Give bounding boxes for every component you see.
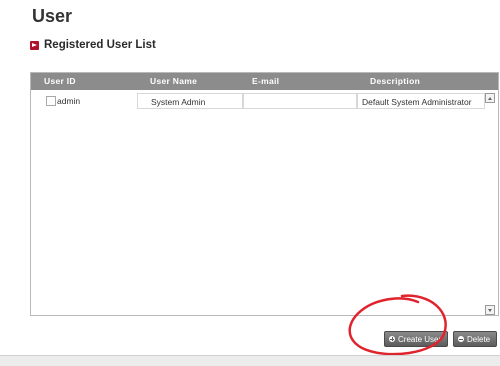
create-user-label: Create User	[398, 334, 442, 344]
delete-button[interactable]: Delete	[453, 331, 497, 347]
col-header-description[interactable]: Description	[370, 73, 420, 90]
plus-icon	[389, 336, 395, 342]
cell-user-id: admin	[57, 96, 81, 106]
cell-description: Default System Administrator	[357, 93, 485, 109]
create-user-button[interactable]: Create User	[384, 331, 448, 347]
delete-label: Delete	[467, 334, 491, 344]
page-title: User	[32, 6, 73, 26]
scroll-down-icon[interactable]	[485, 305, 495, 315]
scroll-up-icon[interactable]	[485, 93, 495, 103]
user-table: User ID User Name E-mail Description adm…	[30, 72, 499, 316]
cell-user-name: System Admin	[137, 93, 243, 109]
section-title: Registered User List	[44, 39, 156, 51]
vertical-scrollbar[interactable]	[485, 93, 496, 315]
table-row[interactable]: admin System Admin Default System Admini…	[31, 93, 485, 109]
minus-icon	[458, 336, 464, 342]
row-checkbox[interactable]	[46, 96, 56, 106]
table-header: User ID User Name E-mail Description	[31, 73, 498, 90]
col-header-user-name[interactable]: User Name	[150, 73, 197, 90]
cell-email	[243, 93, 357, 109]
bottom-status-bar	[0, 355, 500, 366]
section-header: Registered User List	[30, 39, 156, 51]
col-header-email[interactable]: E-mail	[252, 73, 279, 90]
col-header-user-id[interactable]: User ID	[44, 73, 76, 90]
bullet-arrow-icon	[30, 40, 39, 50]
